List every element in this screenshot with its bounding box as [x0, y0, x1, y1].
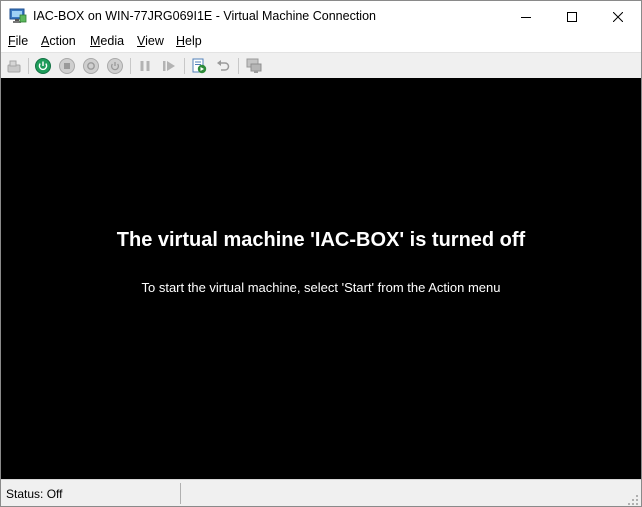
status-bar: Status: Off — [1, 479, 641, 506]
close-button[interactable] — [595, 1, 641, 32]
toolbar-separator — [28, 58, 29, 74]
pause-icon[interactable] — [136, 57, 154, 75]
vm-display[interactable]: The virtual machine 'IAC-BOX' is turned … — [1, 78, 641, 479]
checkpoint-icon[interactable] — [190, 57, 208, 75]
status-text: Status: Off — [6, 487, 63, 501]
menu-media-accel: M — [90, 34, 101, 48]
menu-view-label: iew — [145, 34, 164, 48]
vm-off-message: To start the virtual machine, select 'St… — [141, 280, 501, 295]
shut-down-icon[interactable] — [82, 57, 100, 75]
menu-help-label: elp — [185, 34, 202, 48]
toolbar-separator — [184, 58, 185, 74]
toolbar-separator — [130, 58, 131, 74]
maximize-icon — [567, 11, 577, 22]
menu-media-label: edia — [100, 34, 125, 48]
menu-view[interactable]: View — [137, 34, 164, 48]
vm-off-title: The virtual machine 'IAC-BOX' is turned … — [116, 229, 526, 251]
turn-off-icon[interactable] — [58, 57, 76, 75]
enhanced-session-icon[interactable] — [245, 57, 263, 75]
start-icon[interactable] — [34, 57, 52, 75]
menu-help[interactable]: Help — [176, 34, 202, 48]
toolbar-separator — [238, 58, 239, 74]
menu-file-label: ile — [15, 34, 29, 48]
vm-connection-icon[interactable] — [9, 8, 27, 24]
vm-connection-window: IAC-BOX on WIN-77JRG069I1E - Virtual Mac… — [0, 0, 642, 507]
toolbar — [1, 52, 641, 79]
minimize-icon — [521, 16, 531, 18]
window-title: IAC-BOX on WIN-77JRG069I1E - Virtual Mac… — [33, 9, 376, 23]
maximize-button[interactable] — [549, 1, 595, 32]
menu-media[interactable]: Media — [90, 34, 124, 48]
revert-icon[interactable] — [214, 57, 232, 75]
title-bar[interactable]: IAC-BOX on WIN-77JRG069I1E - Virtual Mac… — [1, 1, 641, 32]
menu-help-accel: H — [176, 34, 186, 48]
menu-view-accel: V — [137, 34, 146, 48]
minimize-button[interactable] — [503, 1, 549, 32]
status-separator — [180, 483, 181, 504]
menu-bar: File Action Media View Help — [1, 32, 641, 52]
menu-action[interactable]: Action — [41, 34, 76, 48]
menu-file[interactable]: File — [8, 34, 28, 48]
ctrl-alt-del-icon[interactable] — [6, 57, 24, 75]
menu-action-label: ction — [49, 34, 76, 48]
menu-file-accel: F — [8, 34, 16, 48]
close-icon — [613, 11, 623, 22]
resize-grip-icon[interactable] — [627, 493, 639, 505]
reset-icon[interactable] — [160, 57, 178, 75]
save-icon[interactable] — [106, 57, 124, 75]
